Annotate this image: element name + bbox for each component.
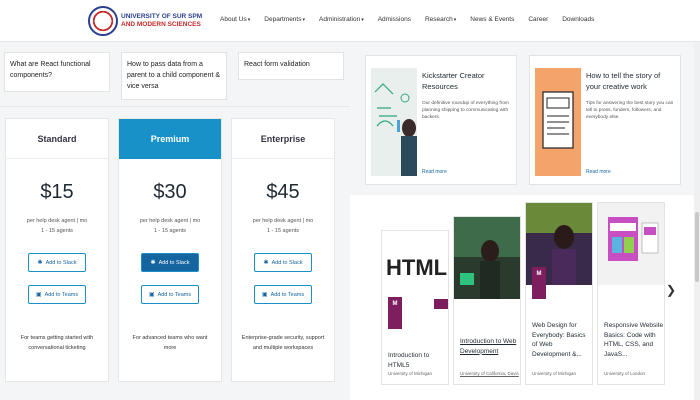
course-card[interactable]: Responsive Website Basics: Code with HTM… xyxy=(597,202,665,385)
plan-price: $45 xyxy=(266,181,300,203)
plan-price: $30 xyxy=(153,181,187,203)
add-to-teams-button[interactable]: ▣ Add to Teams xyxy=(28,285,86,304)
menu-about-us[interactable]: About Us▾ xyxy=(220,16,250,23)
resource-description: Tips for answering the best story you ca… xyxy=(586,101,674,120)
slack-icon: ✱ xyxy=(150,260,156,266)
plan-price: $15 xyxy=(40,181,74,203)
course-university: University of California, Davis xyxy=(460,371,519,376)
top-navbar: UNIVERSITY OF SUR SPM AND MODERN SCIENCE… xyxy=(0,0,700,42)
course-thumbnail-image xyxy=(454,217,520,299)
pricing-card-premium: Premium $30 per help desk agent | mo 1 - … xyxy=(118,118,222,382)
logo-line1: UNIVERSITY OF SUR SPM xyxy=(121,13,203,20)
teams-icon: ▣ xyxy=(261,292,268,298)
university-logo[interactable]: UNIVERSITY OF SUR SPM AND MODERN SCIENCE… xyxy=(88,6,202,36)
menu-downloads[interactable]: Downloads xyxy=(562,16,594,23)
plan-note: For advanced teams who want more xyxy=(132,335,208,351)
teams-icon: ▣ xyxy=(35,292,42,298)
chevron-down-icon: ▾ xyxy=(302,17,305,23)
plan-name: Enterprise xyxy=(232,119,334,159)
logo-line2: AND MODERN SCIENCES xyxy=(121,21,201,28)
faq-text: What are React functional components? xyxy=(10,61,91,79)
pricing-card-standard: Standard $15 per help desk agent | mo 1 -… xyxy=(5,118,109,382)
course-title[interactable]: Introduction to Web Development xyxy=(460,337,520,356)
course-university: University of Michigan xyxy=(532,371,577,376)
main-menu: About Us▾ Departments▾ Administration▾ A… xyxy=(220,16,608,23)
resource-card-kickstarter[interactable]: Kickstarter Creator Resources Our defini… xyxy=(365,55,517,185)
resource-card-story[interactable]: How to tell the story of your creative w… xyxy=(529,55,681,185)
menu-departments[interactable]: Departments▾ xyxy=(264,16,305,23)
course-card[interactable]: M Web Design for Everybody: Basics of We… xyxy=(525,202,593,385)
plan-per: per help desk agent | mo 1 - 15 agents xyxy=(26,218,88,234)
faq-card-react-functional[interactable]: What are React functional components? xyxy=(4,52,110,92)
chevron-down-icon: ▾ xyxy=(453,17,457,23)
university-badge: M xyxy=(388,297,402,329)
course-card[interactable]: Introduction to Web Development Universi… xyxy=(453,216,521,385)
faq-card-pass-data[interactable]: How to pass data from a parent to a chil… xyxy=(121,52,227,100)
resource-description: Our definitive roundup of everything fro… xyxy=(422,101,509,120)
faq-text: React form validation xyxy=(244,61,310,68)
plan-name: Standard xyxy=(6,119,108,159)
add-to-teams-button[interactable]: ▣ Add to Teams xyxy=(254,285,312,304)
add-to-teams-button[interactable]: ▣ Add to Teams xyxy=(141,285,199,304)
svg-text:HTML: HTML xyxy=(386,255,447,280)
menu-career[interactable]: Career xyxy=(528,16,548,23)
plan-per: per help desk agent | mo 1 - 15 agents xyxy=(139,218,201,234)
menu-admissions[interactable]: Admissions xyxy=(378,16,411,23)
chevron-down-icon: ▾ xyxy=(361,17,364,23)
menu-administration[interactable]: Administration▾ xyxy=(319,16,364,23)
add-to-slack-button[interactable]: ✱ Add to Slack xyxy=(141,253,199,272)
plan-note: Enterprise-grade security, support and m… xyxy=(241,335,325,351)
whiteboard-photo-image xyxy=(371,68,417,176)
scrollbar-thumb[interactable] xyxy=(695,212,699,282)
resource-title: Kickstarter Creator Resources xyxy=(422,71,485,91)
read-more-link[interactable]: Read more xyxy=(586,169,611,175)
teams-icon: ▣ xyxy=(148,292,155,298)
faq-text: How to pass data from a parent to a chil… xyxy=(127,61,221,90)
section-divider xyxy=(0,106,350,107)
menu-news-events[interactable]: News & Events xyxy=(470,16,514,23)
chevron-down-icon: ▾ xyxy=(247,17,251,23)
story-illustration-image xyxy=(535,68,581,176)
pricing-card-enterprise: Enterprise $45 per help desk agent | mo 1… xyxy=(231,118,335,382)
add-to-slack-button[interactable]: ✱ Add to Slack xyxy=(28,253,86,272)
course-university: University of Michigan xyxy=(388,371,433,376)
university-badge: M xyxy=(532,267,546,299)
course-title: Responsive Website Basics: Code with HTM… xyxy=(604,322,664,358)
page-scrollbar[interactable] xyxy=(694,42,700,400)
plan-note: For teams getting started with conversat… xyxy=(20,335,94,351)
plan-per: per help desk agent | mo 1 - 15 agents xyxy=(252,218,314,234)
course-title: Web Design for Everybody: Basics of Web … xyxy=(532,322,586,358)
course-university: University of London xyxy=(604,371,646,376)
carousel-next-arrow-icon[interactable]: ❯ xyxy=(666,283,676,297)
faq-card-form-validation[interactable]: React form validation xyxy=(238,52,344,80)
read-more-link[interactable]: Read more xyxy=(422,169,447,175)
menu-research[interactable]: Research▾ xyxy=(425,16,456,23)
resource-title: How to tell the story of your creative w… xyxy=(586,71,661,91)
university-seal-icon xyxy=(88,6,118,36)
course-card[interactable]: HTML M Introduction to HTML5 University … xyxy=(381,230,449,385)
course-title: Introduction to HTML5 xyxy=(388,352,430,369)
plan-name: Premium xyxy=(119,119,221,159)
slack-icon: ✱ xyxy=(37,260,43,266)
slack-icon: ✱ xyxy=(263,260,269,266)
course-thumbnail-image xyxy=(598,203,664,285)
add-to-slack-button[interactable]: ✱ Add to Slack xyxy=(254,253,312,272)
